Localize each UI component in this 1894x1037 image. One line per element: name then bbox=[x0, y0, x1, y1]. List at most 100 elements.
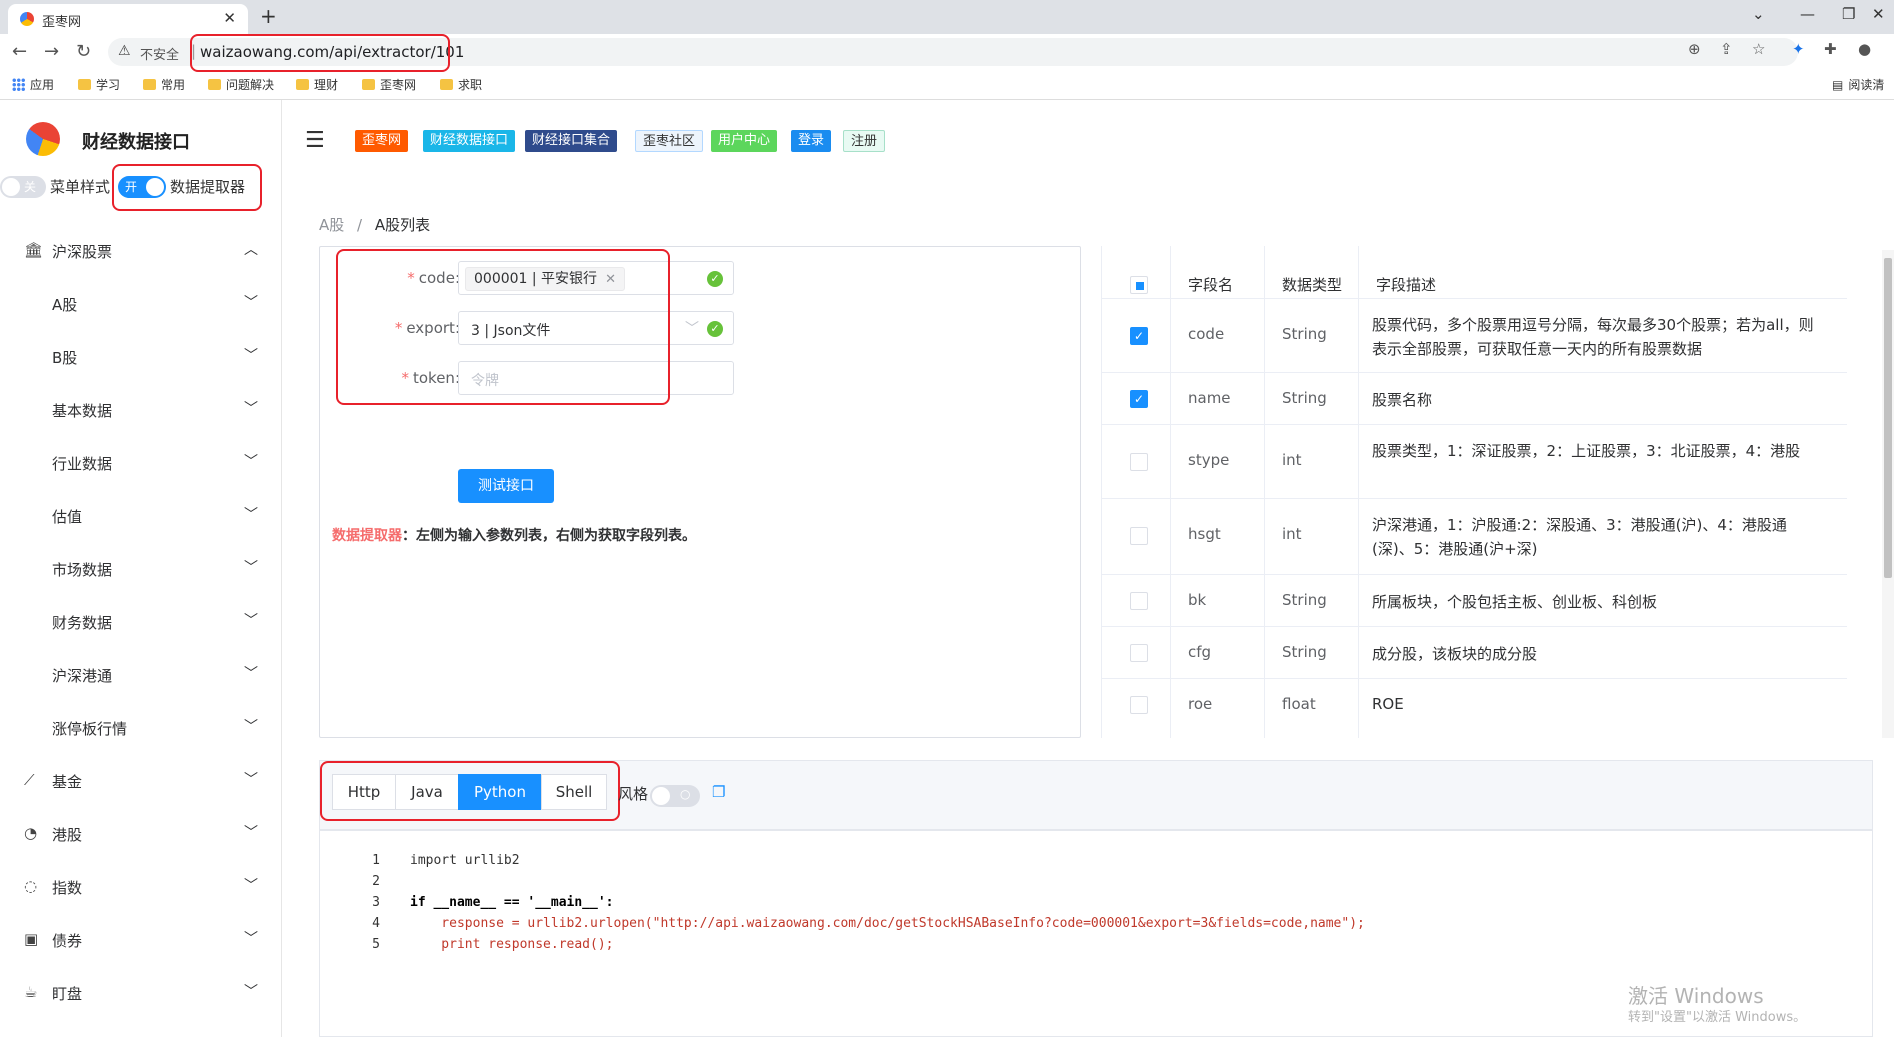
row-checkbox[interactable] bbox=[1130, 592, 1148, 610]
share-icon[interactable]: ⇪ bbox=[1720, 40, 1733, 58]
tag-user-center[interactable]: 用户中心 bbox=[711, 130, 778, 152]
menu-financial-data[interactable]: 财务数据 ﹀ bbox=[0, 601, 282, 641]
table-row[interactable]: hsgt int 沪深港通，1：沪股通:2：深股通、3：港股通(沪)、4：港股通… bbox=[1102, 498, 1847, 574]
menu-index[interactable]: ◌ 指数 ﹀ bbox=[0, 866, 282, 906]
menu-fund[interactable]: ⟋ 基金 ﹀ bbox=[0, 760, 282, 800]
new-tab-icon[interactable]: + bbox=[260, 4, 277, 28]
menu-watch[interactable]: ☕ 盯盘 ﹀ bbox=[0, 972, 282, 1012]
menu-industry-data[interactable]: 行业数据 ﹀ bbox=[0, 442, 282, 482]
tab-search-icon[interactable]: ⌄ bbox=[1752, 5, 1765, 23]
profile-icon[interactable]: ● bbox=[1858, 40, 1871, 58]
line-number: 2 bbox=[372, 874, 380, 889]
minimize-icon[interactable]: — bbox=[1800, 5, 1815, 23]
row-checkbox[interactable] bbox=[1130, 527, 1148, 545]
bulb-icon: ○ bbox=[680, 787, 691, 801]
row-checkbox[interactable]: ✓ bbox=[1130, 327, 1148, 345]
tag-community[interactable]: 歪枣社区 bbox=[635, 130, 704, 152]
table-row[interactable]: roe float ROE bbox=[1102, 678, 1847, 738]
row-checkbox[interactable] bbox=[1130, 453, 1148, 471]
windows-watermark-subtitle: 转到"设置"以激活 Windows。 bbox=[1628, 1010, 1807, 1025]
table-row[interactable]: cfg String 成分股，该板块的成分股 bbox=[1102, 626, 1847, 678]
bookmark-common[interactable]: 常用 bbox=[143, 76, 185, 93]
style-label: 风格 bbox=[618, 785, 649, 803]
chevron-down-icon: ﹀ bbox=[244, 560, 258, 576]
menu-connect[interactable]: 沪深港通 ﹀ bbox=[0, 654, 282, 694]
row-checkbox[interactable]: ✓ bbox=[1130, 390, 1148, 408]
menu-valuation[interactable]: 估值 ﹀ bbox=[0, 495, 282, 535]
menu-a-shares[interactable]: A股 ﹀ bbox=[0, 283, 282, 323]
menu-b-shares[interactable]: B股 ﹀ bbox=[0, 336, 282, 376]
bookmark-finance[interactable]: 理财 bbox=[296, 76, 338, 93]
bookmark-apps[interactable]: 应用 bbox=[12, 76, 54, 93]
tab-close-icon[interactable]: ✕ bbox=[223, 9, 236, 27]
chevron-down-icon: ﹀ bbox=[244, 507, 258, 523]
table-row[interactable]: ✓ code String 股票代码，多个股票用逗号分隔，每次最多30个股票；若… bbox=[1102, 298, 1847, 372]
fields-scrollbar[interactable] bbox=[1882, 250, 1894, 738]
highlight-box bbox=[336, 249, 670, 405]
header-data-type: 数据类型 bbox=[1282, 276, 1343, 294]
table-row[interactable]: bk String 所属板块，个股包括主板、创业板、科创板 bbox=[1102, 574, 1847, 626]
breadcrumb-separator: / bbox=[357, 216, 363, 234]
extension-bird-icon[interactable]: ✦ bbox=[1792, 40, 1805, 58]
folder-icon bbox=[440, 79, 453, 90]
bell-icon: ◔ bbox=[24, 824, 38, 842]
menu-style-switch[interactable]: 关 bbox=[0, 176, 46, 198]
menu-toggle-icon[interactable]: ☰ bbox=[305, 128, 325, 153]
chart-icon: ⟋ bbox=[24, 771, 35, 789]
copy-icon[interactable]: ❐ bbox=[712, 783, 725, 801]
row-checkbox[interactable] bbox=[1130, 644, 1148, 662]
menu-limit-up[interactable]: 涨停板行情 ﹀ bbox=[0, 707, 282, 747]
reload-icon[interactable]: ↻ bbox=[76, 41, 91, 62]
highlight-box bbox=[112, 164, 262, 211]
bookmark-jobs[interactable]: 求职 bbox=[440, 76, 482, 93]
menu-bonds[interactable]: ▣ 债券 ﹀ bbox=[0, 919, 282, 959]
tag-waizao[interactable]: 歪枣网 bbox=[355, 130, 409, 152]
line-number: 5 bbox=[372, 937, 380, 952]
sidebar: 财经数据接口 关 菜单样式 开 数据提取器 🏛 沪深股票 ︿ A股 ﹀ B股 ﹀… bbox=[0, 100, 282, 1037]
tag-login[interactable]: 登录 bbox=[791, 130, 832, 152]
tag-finance-api[interactable]: 财经数据接口 bbox=[423, 130, 516, 152]
check-circle-icon: ✓ bbox=[707, 321, 723, 337]
tag-api-collection[interactable]: 财经接口集合 bbox=[525, 130, 618, 152]
forward-icon[interactable]: → bbox=[44, 41, 59, 62]
table-row[interactable]: stype int 股票类型，1：深证股票，2：上证股票，3：北证股票，4：港股 bbox=[1102, 424, 1847, 498]
bookmark-label: 理财 bbox=[314, 78, 339, 92]
menu-basic-data[interactable]: 基本数据 ﹀ bbox=[0, 389, 282, 429]
select-all-checkbox[interactable] bbox=[1130, 276, 1148, 294]
folder-icon bbox=[78, 79, 91, 90]
menu-hs-stocks[interactable]: 🏛 沪深股票 ︿ bbox=[0, 230, 282, 270]
apps-grid-icon bbox=[12, 78, 25, 91]
fields-table: 字段名 数据类型 字段描述 ✓ code String 股票代码，多个股票用逗号… bbox=[1101, 246, 1859, 738]
cell-desc: 股票名称 bbox=[1372, 391, 1433, 409]
chevron-down-icon: ﹀ bbox=[244, 984, 258, 1000]
tag-register[interactable]: 注册 bbox=[843, 130, 886, 152]
row-checkbox[interactable] bbox=[1130, 696, 1148, 714]
cell-type: String bbox=[1282, 591, 1327, 609]
back-icon[interactable]: ← bbox=[12, 41, 27, 62]
zoom-icon[interactable]: ⊕ bbox=[1688, 40, 1701, 58]
menu-market-data[interactable]: 市场数据 ﹀ bbox=[0, 548, 282, 588]
scrollbar-thumb[interactable] bbox=[1884, 258, 1892, 578]
bookmarks-bar: 应用 学习 常用 问题解决 理财 歪枣网 求职 ▤ 阅读清 bbox=[0, 70, 1894, 100]
cell-name: roe bbox=[1188, 695, 1213, 713]
star-icon[interactable]: ☆ bbox=[1752, 40, 1765, 58]
browser-tab[interactable]: 歪枣网 ✕ bbox=[8, 4, 248, 34]
breadcrumb-parent[interactable]: A股 bbox=[319, 216, 344, 234]
bookmark-label: 求职 bbox=[458, 78, 483, 92]
note-text: ：左侧为输入参数列表，右侧为获取字段列表。 bbox=[402, 528, 696, 544]
table-row[interactable]: ✓ name String 股票名称 bbox=[1102, 372, 1847, 424]
reading-list[interactable]: ▤ 阅读清 bbox=[1832, 76, 1884, 93]
folder-icon bbox=[296, 79, 309, 90]
bookmark-study[interactable]: 学习 bbox=[78, 76, 120, 93]
extensions-puzzle-icon[interactable]: ✚ bbox=[1824, 40, 1837, 58]
menu-hk-stocks[interactable]: ◔ 港股 ﹀ bbox=[0, 813, 282, 853]
insecure-label: 不安全 bbox=[140, 48, 180, 63]
test-api-button[interactable]: 测试接口 bbox=[458, 469, 554, 503]
menu-style-label: 菜单样式 bbox=[50, 178, 111, 196]
bookmark-waizao[interactable]: 歪枣网 bbox=[362, 76, 416, 93]
bookmark-issues[interactable]: 问题解决 bbox=[208, 76, 274, 93]
close-window-icon[interactable]: ✕ bbox=[1872, 5, 1885, 23]
chevron-down-icon: ﹀ bbox=[244, 613, 258, 629]
maximize-icon[interactable]: ❐ bbox=[1842, 5, 1855, 23]
style-switch[interactable]: ○ bbox=[650, 785, 700, 807]
